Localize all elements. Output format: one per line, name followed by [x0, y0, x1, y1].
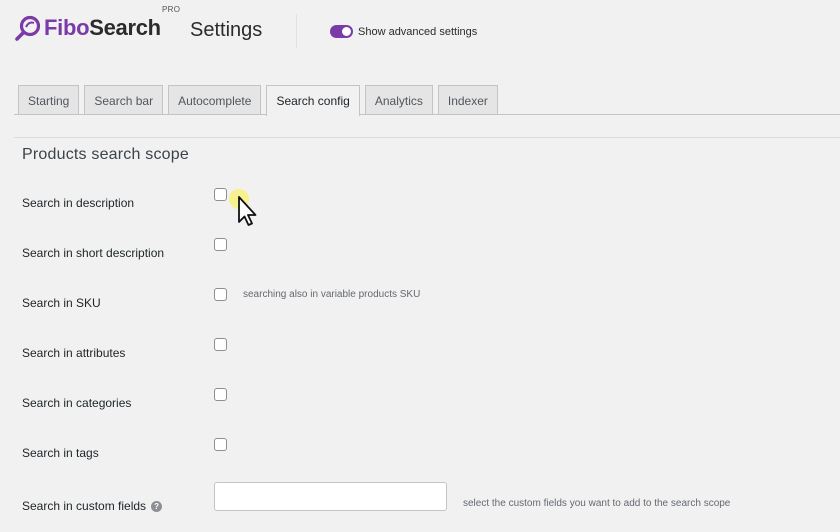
section-title: Products search scope [22, 146, 189, 163]
tabs-baseline [14, 114, 840, 115]
custom-fields-hint: select the custom fields you want to add… [463, 498, 731, 509]
field-row-categories: Search in categories [22, 388, 822, 415]
settings-tabs: Starting Search bar Autocomplete Search … [18, 85, 503, 116]
field-label-custom-fields-wrap: Search in custom fields? [22, 498, 163, 514]
logo-text-search: Search [89, 15, 161, 40]
checkbox-search-description[interactable] [214, 188, 227, 201]
field-label-tags: Search in tags [22, 446, 99, 460]
sku-hint: searching also in variable products SKU [243, 289, 421, 300]
field-label-sku: Search in SKU [22, 296, 101, 310]
custom-fields-input[interactable] [214, 482, 447, 511]
settings-header: FiboSearch PRO Settings Show advanced se… [0, 0, 840, 64]
checkbox-search-sku[interactable] [214, 288, 227, 301]
tab-autocomplete[interactable]: Autocomplete [168, 85, 262, 114]
pro-badge: PRO [162, 5, 181, 14]
checkbox-search-short-description[interactable] [214, 238, 227, 251]
fibosearch-logo: FiboSearch [14, 14, 161, 42]
field-label-description: Search in description [22, 196, 135, 210]
field-label-custom-fields: Search in custom fields [22, 499, 147, 513]
header-divider [296, 14, 297, 48]
field-row-sku: Search in SKU searching also in variable… [22, 288, 822, 315]
checkbox-search-attributes[interactable] [214, 338, 227, 351]
logo-wordmark: FiboSearch [44, 14, 161, 42]
tab-search-bar[interactable]: Search bar [84, 85, 164, 114]
toggle-knob [342, 27, 351, 36]
tab-indexer[interactable]: Indexer [437, 85, 498, 114]
field-label-short-description: Search in short description [22, 246, 165, 260]
field-label-categories: Search in categories [22, 396, 132, 410]
checkbox-search-tags[interactable] [214, 438, 227, 451]
tab-analytics[interactable]: Analytics [364, 85, 433, 114]
section-divider [14, 137, 840, 138]
fibosearch-logo-icon [15, 15, 41, 41]
field-label-attributes: Search in attributes [22, 346, 126, 360]
advanced-settings-label: Show advanced settings [358, 26, 478, 38]
checkbox-search-categories[interactable] [214, 388, 227, 401]
page-title: Settings [190, 19, 263, 41]
field-row-attributes: Search in attributes [22, 338, 822, 365]
field-row-custom-fields: Search in custom fields? select the cust… [22, 482, 822, 518]
question-mark-icon[interactable]: ? [151, 501, 163, 512]
field-row-description: Search in description [22, 188, 822, 215]
field-row-tags: Search in tags [22, 438, 822, 465]
logo-text-fibo: Fibo [44, 15, 90, 40]
tab-search-config[interactable]: Search config [266, 85, 360, 116]
tab-starting[interactable]: Starting [18, 85, 80, 114]
advanced-settings-toggle[interactable] [330, 25, 353, 38]
field-row-short-description: Search in short description [22, 238, 822, 265]
